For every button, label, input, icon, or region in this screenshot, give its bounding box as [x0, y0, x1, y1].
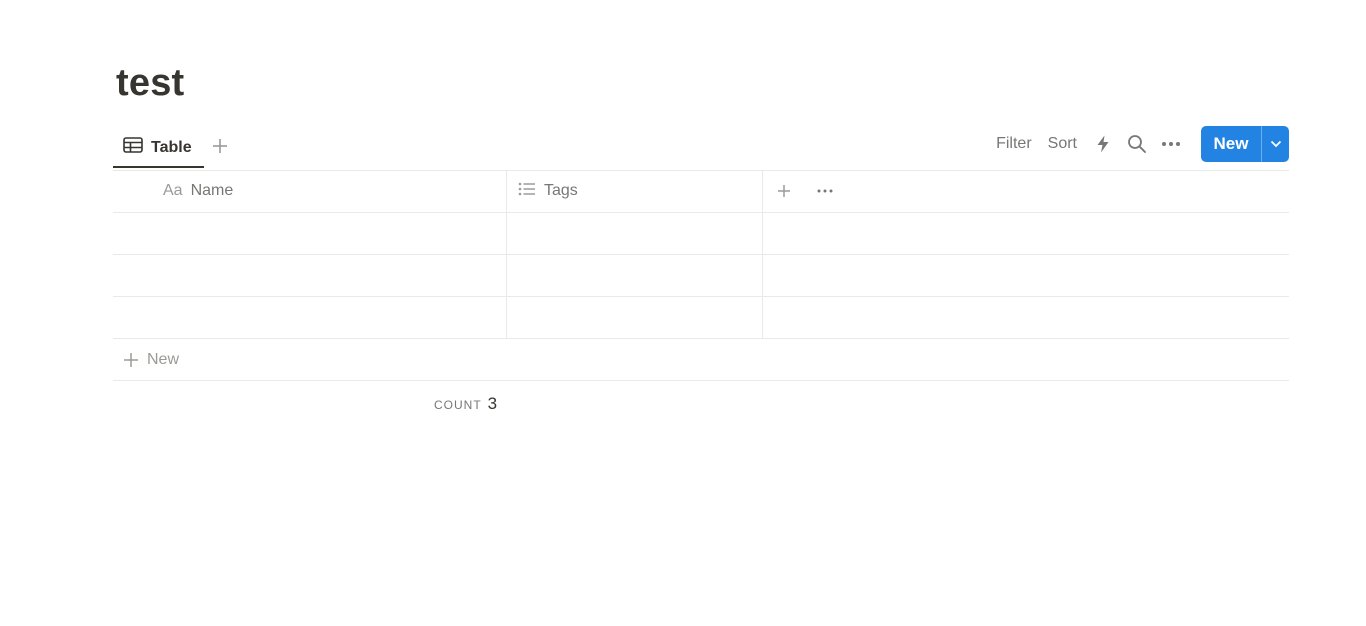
search-icon — [1128, 135, 1146, 153]
divider — [113, 170, 1289, 171]
add-row-label: New — [147, 351, 180, 368]
more-horizontal-icon — [817, 189, 833, 193]
search-button[interactable] — [1121, 128, 1153, 160]
plus-icon — [213, 139, 227, 153]
list-icon — [518, 182, 536, 201]
name-cell[interactable] — [113, 254, 506, 296]
add-view-button[interactable] — [209, 135, 231, 157]
name-cell[interactable] — [113, 296, 506, 338]
new-options-button[interactable] — [1261, 126, 1289, 162]
view-bar: Table Filter Sort New — [113, 126, 1289, 170]
filter-button[interactable]: Filter — [988, 135, 1040, 153]
property-options-button[interactable] — [814, 180, 836, 202]
name-cell[interactable] — [113, 212, 506, 254]
new-button[interactable]: New — [1201, 126, 1261, 162]
tab-table-view[interactable]: Table — [113, 126, 204, 169]
table-row[interactable] — [113, 296, 1289, 338]
tags-cell[interactable] — [507, 254, 762, 296]
table-row[interactable] — [113, 212, 1289, 254]
active-tab-indicator — [113, 166, 204, 168]
tags-cell[interactable] — [507, 212, 762, 254]
more-options-button[interactable] — [1155, 128, 1187, 160]
automation-button[interactable] — [1087, 128, 1119, 160]
tab-label: Table — [151, 138, 192, 156]
count-calculation[interactable]: COUNT 3 — [434, 394, 497, 414]
text-property-icon: Aa — [163, 182, 183, 199]
plus-icon — [778, 185, 790, 197]
plus-icon — [124, 353, 138, 367]
more-horizontal-icon — [1162, 142, 1180, 146]
database-toolbar: Filter Sort New — [988, 126, 1289, 162]
page-title[interactable]: test — [116, 60, 184, 106]
tags-cell[interactable] — [507, 296, 762, 338]
table-icon — [123, 137, 143, 158]
column-header-tags[interactable]: Tags — [518, 170, 578, 212]
column-header-label: Tags — [544, 182, 578, 199]
add-property-button[interactable] — [773, 180, 795, 202]
database-page: test Table Filter Sort New Aa Name Tags … — [0, 0, 1366, 626]
table-row[interactable] — [113, 254, 1289, 296]
column-header-label: Name — [190, 182, 234, 199]
column-header-name[interactable]: Aa Name — [163, 170, 233, 212]
add-row-button[interactable]: New — [113, 339, 1289, 381]
lightning-icon — [1097, 135, 1109, 153]
new-button-group: New — [1201, 126, 1289, 162]
count-value: 3 — [487, 394, 498, 413]
count-label: COUNT — [434, 398, 482, 412]
sort-button[interactable]: Sort — [1040, 135, 1085, 153]
chevron-down-icon — [1270, 140, 1281, 148]
